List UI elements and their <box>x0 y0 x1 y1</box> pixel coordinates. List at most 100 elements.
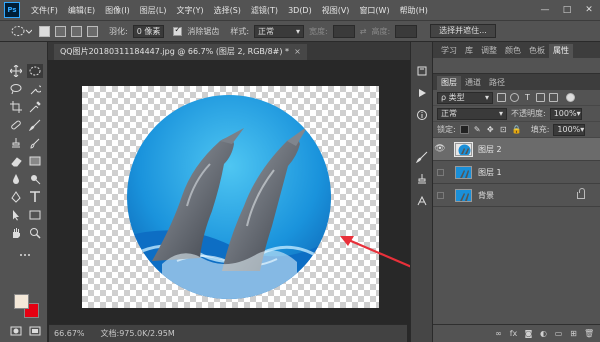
lock-artboard-icon[interactable]: ⊡ <box>499 125 508 134</box>
brush-tool-icon[interactable] <box>27 118 43 132</box>
visibility-toggle[interactable] <box>433 168 447 176</box>
subtract-from-selection-icon[interactable] <box>71 25 82 37</box>
healing-brush-tool-icon[interactable] <box>8 118 24 132</box>
menu-view[interactable]: 视图(V) <box>317 5 355 16</box>
menu-select[interactable]: 选择(S) <box>209 5 246 16</box>
menu-edit[interactable]: 编辑(E) <box>63 5 100 16</box>
screen-mode-icon[interactable] <box>27 324 43 338</box>
tab-channels[interactable]: 通道 <box>461 76 485 90</box>
menu-window[interactable]: 窗口(W) <box>354 5 394 16</box>
info-panel-icon[interactable] <box>414 108 430 122</box>
crop-tool-icon[interactable] <box>8 100 24 114</box>
tab-color[interactable]: 颜色 <box>501 44 525 58</box>
layer-name[interactable]: 图层 2 <box>478 144 502 155</box>
actions-panel-icon[interactable] <box>414 86 430 100</box>
minimize-button[interactable]: — <box>534 5 556 15</box>
lock-image-icon[interactable]: ✎ <box>473 125 482 134</box>
clone-stamp-tool-icon[interactable] <box>8 136 24 150</box>
menu-image[interactable]: 图像(I) <box>100 5 135 16</box>
tab-adjustments[interactable]: 调整 <box>477 44 501 58</box>
blur-tool-icon[interactable] <box>8 172 24 186</box>
history-brush-tool-icon[interactable] <box>27 136 43 150</box>
new-selection-icon[interactable] <box>39 25 50 37</box>
filter-adjustment-icon[interactable] <box>510 93 519 102</box>
pen-tool-icon[interactable] <box>8 190 24 204</box>
foreground-color-swatch[interactable] <box>14 294 29 309</box>
eyedropper-tool-icon[interactable] <box>27 100 43 114</box>
antialias-checkbox[interactable] <box>173 25 183 36</box>
layer-row[interactable]: 👁 图层 2 <box>433 138 600 161</box>
quick-selection-tool-icon[interactable] <box>27 82 43 96</box>
history-panel-icon[interactable] <box>414 64 430 78</box>
eraser-tool-icon[interactable] <box>8 154 24 168</box>
clone-source-icon[interactable] <box>414 172 430 186</box>
style-select[interactable]: 正常 ▾ <box>254 24 305 38</box>
opacity-input[interactable]: 100% ▾ <box>549 107 582 120</box>
adjustment-icon[interactable]: ◐ <box>539 329 548 338</box>
blend-mode-select[interactable]: 正常 ▾ <box>437 107 507 120</box>
layer-name[interactable]: 背景 <box>478 190 494 201</box>
document-size-info[interactable]: 文档:975.0K/2.95M <box>101 328 175 339</box>
filter-smart-object-icon[interactable] <box>549 93 558 102</box>
menu-file[interactable]: 文件(F) <box>26 5 63 16</box>
lock-all-icon[interactable]: 🔒 <box>512 125 522 134</box>
marquee-tool-preset[interactable] <box>8 24 34 38</box>
tab-swatches[interactable]: 色板 <box>525 44 549 58</box>
gradient-tool-icon[interactable] <box>27 154 43 168</box>
menu-help[interactable]: 帮助(H) <box>395 5 433 16</box>
add-to-selection-icon[interactable] <box>55 25 66 37</box>
document-tab[interactable]: QQ图片20180311184447.jpg @ 66.7% (图层 2, RG… <box>54 44 307 60</box>
canvas-area[interactable] <box>49 60 407 324</box>
layer-name[interactable]: 图层 1 <box>478 167 502 178</box>
intersect-selection-icon[interactable] <box>87 25 98 37</box>
layer-row[interactable]: 图层 1 <box>433 161 600 184</box>
trash-icon[interactable]: 🗑 <box>584 329 594 338</box>
select-and-mask-button[interactable]: 选择并遮住... <box>430 24 496 38</box>
rectangle-tool-icon[interactable] <box>27 208 43 222</box>
group-icon[interactable]: ▭ <box>554 329 563 338</box>
lasso-tool-icon[interactable] <box>8 82 24 96</box>
brush-settings-icon[interactable] <box>414 150 430 164</box>
lock-position-icon[interactable]: ✥ <box>486 125 495 134</box>
layer-filter-select[interactable]: ρ 类型 ▾ <box>437 91 493 104</box>
tab-paths[interactable]: 路径 <box>485 76 509 90</box>
new-layer-icon[interactable]: ⊞ <box>569 329 578 338</box>
menu-3d[interactable]: 3D(D) <box>283 6 317 15</box>
link-icon[interactable]: ∞ <box>494 329 503 338</box>
filter-toggle-icon[interactable] <box>566 93 575 102</box>
hand-tool-icon[interactable] <box>8 226 24 240</box>
move-tool-icon[interactable] <box>8 64 24 78</box>
fx-icon[interactable]: fx <box>509 329 518 338</box>
tab-layers[interactable]: 图层 <box>437 76 461 90</box>
mask-icon[interactable]: ◙ <box>524 329 533 338</box>
maximize-button[interactable]: □ <box>556 5 578 15</box>
visibility-toggle[interactable] <box>433 191 447 199</box>
quick-mask-icon[interactable] <box>8 324 24 338</box>
filter-pixel-icon[interactable] <box>497 93 506 102</box>
filter-type-icon[interactable]: T <box>523 93 532 102</box>
tab-libraries[interactable]: 库 <box>461 44 477 58</box>
feather-input[interactable]: 0 像素 <box>132 24 165 38</box>
swap-icon[interactable]: ⇄ <box>360 27 367 36</box>
menu-filter[interactable]: 滤镜(T) <box>246 5 283 16</box>
path-selection-tool-icon[interactable] <box>8 208 24 222</box>
eye-icon[interactable]: 👁 <box>433 144 447 154</box>
height-input[interactable] <box>395 24 418 38</box>
width-input[interactable] <box>332 24 355 38</box>
menu-type[interactable]: 文字(Y) <box>171 5 208 16</box>
more-tools-icon[interactable] <box>17 248 33 262</box>
elliptical-marquee-tool-icon[interactable] <box>27 64 43 78</box>
character-panel-icon[interactable] <box>414 194 430 208</box>
filter-shape-icon[interactable] <box>536 93 545 102</box>
tab-properties[interactable]: 属性 <box>549 44 573 58</box>
dodge-tool-icon[interactable] <box>27 172 43 186</box>
type-tool-icon[interactable] <box>27 190 43 204</box>
close-tab-icon[interactable]: × <box>294 47 301 56</box>
zoom-tool-icon[interactable] <box>27 226 43 240</box>
lock-transparent-icon[interactable] <box>459 125 469 134</box>
menu-layer[interactable]: 图层(L) <box>135 5 172 16</box>
fill-input[interactable]: 100% ▾ <box>553 123 586 136</box>
tab-learn[interactable]: 学习 <box>437 44 461 58</box>
zoom-level[interactable]: 66.67% <box>54 329 85 338</box>
layer-row[interactable]: 背景 <box>433 184 600 207</box>
